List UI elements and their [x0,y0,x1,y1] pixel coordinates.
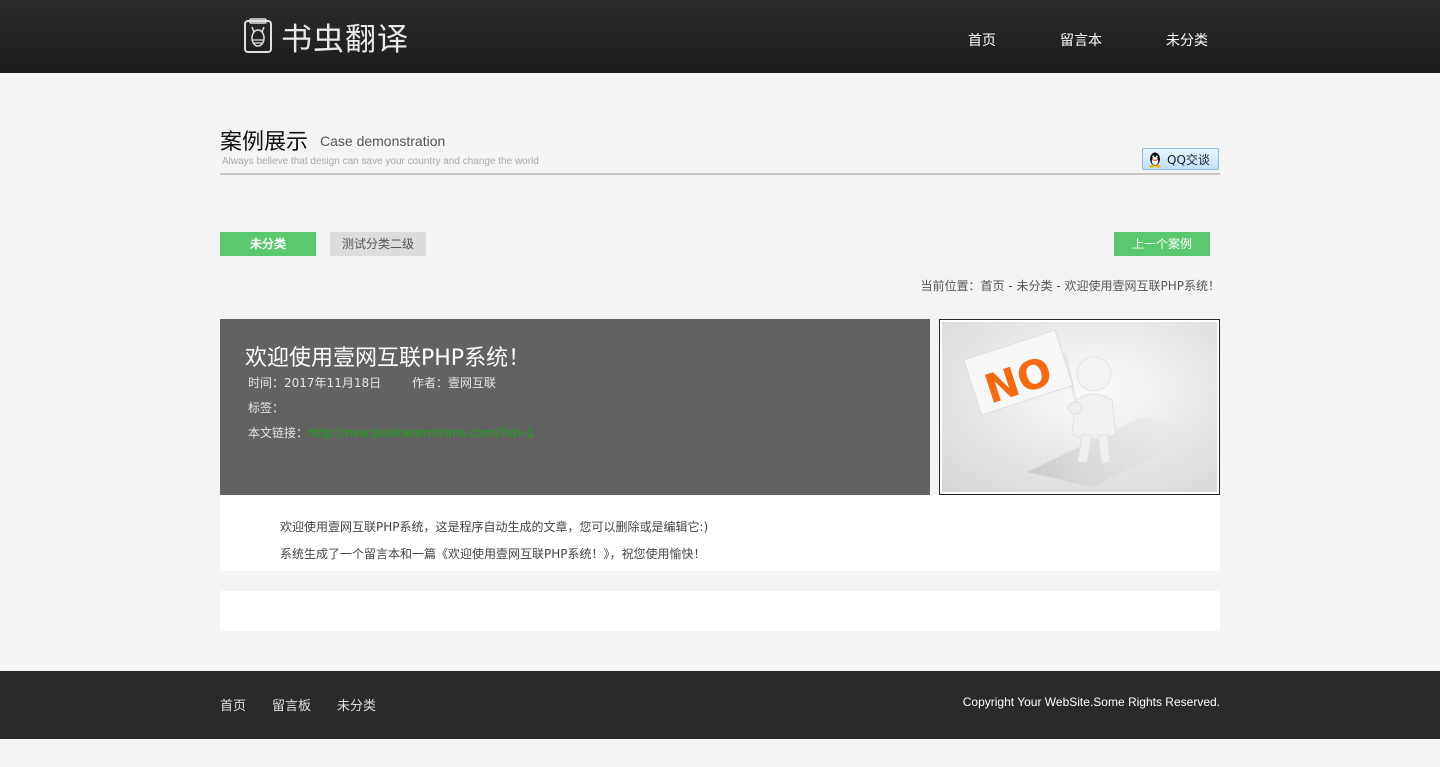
article-paragraph: 欢迎使用壹网互联PHP系统，这是程序自动生成的文章，您可以删除或是编辑它:) [280,520,709,534]
site-footer: 首页 留言板 未分类 Copyright Your WebSite.Some R… [0,671,1440,739]
section-slogan: Always believe that design can save your… [222,156,539,167]
category-tab-test-sub[interactable]: 测试分类二级 [330,232,426,256]
time-label: 时间： [248,376,285,390]
post-author: 作者：壹网互联 [412,374,496,391]
nav-item-home[interactable]: 首页 [968,30,996,50]
no-sign-figure-image: NO [942,322,1217,492]
article-paragraph: 系统生成了一个留言本和一篇《欢迎使用壹网互联PHP系统！》，祝您使用愉快！ [280,547,706,561]
footer-link-home[interactable]: 首页 [220,695,246,714]
author-value: 壹网互联 [448,376,497,390]
site-header: 书虫翻译 首页 留言本 未分类 [0,0,1440,73]
time-value: 2017年11月18日 [284,376,382,390]
post-title: 欢迎使用壹网互联PHP系统！ [245,346,531,371]
comment-area [220,591,1220,631]
footer-link-guestbook[interactable]: 留言板 [272,695,311,714]
qq-chat-button[interactable]: QQ交谈 [1142,148,1219,170]
breadcrumb-category[interactable]: 未分类 [1017,279,1053,293]
footer-link-uncategorized[interactable]: 未分类 [337,695,376,714]
post-thumbnail: NO [939,319,1220,495]
breadcrumb-home[interactable]: 首页 [981,279,1005,293]
section-subtitle: Case demonstration [320,133,446,149]
copyright-text: Copyright Your WebSite.Some Rights Reser… [962,695,1220,709]
breadcrumb-prefix: 当前位置： [920,279,981,293]
article-content: 欢迎使用壹网互联PHP系统，这是程序自动生成的文章，您可以删除或是编辑它:) 系… [220,495,1220,571]
breadcrumb-separator: - [1004,279,1017,293]
qq-penguin-icon [1149,152,1161,168]
tags-label: 标签： [248,401,285,415]
author-label: 作者： [412,376,449,390]
section-title: 案例展示 [220,130,309,155]
section-heading: 案例展示 Case demonstration Always believe t… [220,124,1220,175]
nav-item-uncategorized[interactable]: 未分类 [1166,30,1208,50]
qq-chat-label: QQ交谈 [1167,152,1210,167]
category-tab-uncategorized[interactable]: 未分类 [220,232,316,256]
permalink-url[interactable]: http://new.bookwormtrans.com/?id=1 [308,426,534,440]
post-time: 时间：2017年11月18日 [248,374,381,391]
nav-item-guestbook[interactable]: 留言本 [1060,30,1102,50]
breadcrumb-current: 欢迎使用壹网互联PHP系统！ [1064,279,1221,293]
breadcrumb: 当前位置：首页 - 未分类 - 欢迎使用壹网互联PHP系统！ [921,277,1220,294]
link-label: 本文链接： [248,426,309,440]
post-info-panel: 欢迎使用壹网互联PHP系统！ 时间：2017年11月18日 作者：壹网互联 标签… [220,319,930,495]
main-nav: 首页 留言本 未分类 [0,30,1440,52]
post-tags: 标签： [248,399,284,416]
previous-case-button[interactable]: 上一个案例 [1114,232,1210,256]
post-permalink: 本文链接：http://new.bookwormtrans.com/?id=1 [248,424,534,441]
breadcrumb-separator: - [1052,279,1065,293]
